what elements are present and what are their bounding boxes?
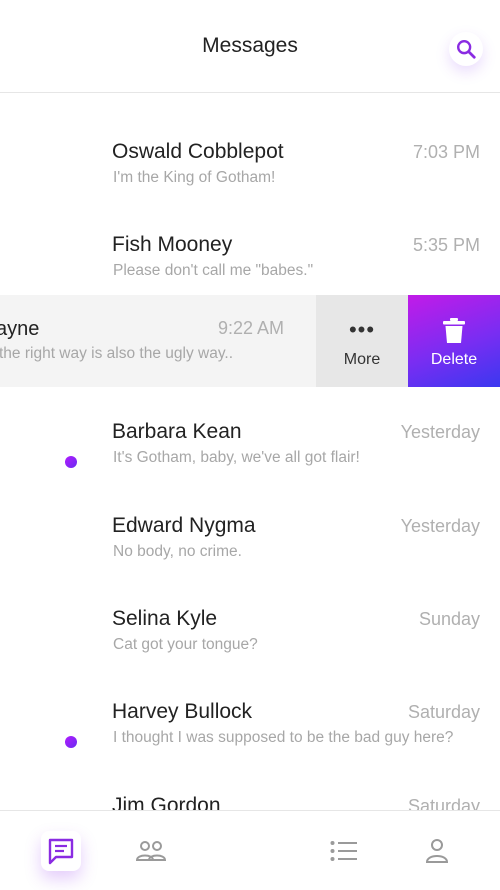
swiped-item-content[interactable]: ayne the right way is also the ugly way.…	[0, 295, 316, 387]
list-item[interactable]: Edward Nygma No body, no crime. Yesterda…	[0, 480, 500, 573]
list-item[interactable]: Jim Gordon Saturday	[0, 760, 500, 810]
contact-name: Fish Mooney	[112, 233, 233, 256]
tab-profile[interactable]	[417, 831, 457, 871]
list-item[interactable]: Fish Mooney Please don't call me "babes.…	[0, 199, 500, 292]
list-item[interactable]: Selina Kyle Cat got your tongue? Sunday	[0, 573, 500, 666]
message-preview: It's Gotham, baby, we've all got flair!	[113, 449, 360, 466]
list-item[interactable]: Barbara Kean It's Gotham, baby, we've al…	[0, 386, 500, 479]
list-item[interactable]: Oswald Cobblepot I'm the King of Gotham!…	[0, 106, 500, 199]
message-preview: I thought I was supposed to be the bad g…	[113, 729, 454, 746]
message-time: 5:35 PM	[412, 235, 480, 255]
tab-list[interactable]	[324, 831, 364, 871]
header: Messages	[0, 0, 500, 93]
contact-name: Selina Kyle	[112, 607, 218, 630]
message-time: Yesterday	[400, 422, 480, 442]
message-time: 7:03 PM	[412, 142, 480, 162]
tab-bar	[0, 810, 500, 890]
message-time: Yesterday	[400, 516, 480, 536]
profile-icon	[425, 839, 449, 863]
message-time: Sunday	[418, 609, 480, 629]
more-dots-icon: •••	[348, 317, 376, 342]
message-time: 9:22 AM	[218, 318, 285, 338]
more-button[interactable]: ••• More	[316, 295, 408, 387]
search-icon	[457, 40, 476, 59]
list-icon	[330, 841, 357, 861]
tab-contacts[interactable]	[131, 831, 171, 871]
contact-name: Oswald Cobblepot	[112, 140, 284, 163]
contact-name: Barbara Kean	[112, 420, 242, 443]
message-preview: I'm the King of Gotham!	[113, 169, 276, 186]
message-preview: No body, no crime.	[113, 543, 242, 560]
contacts-icon	[136, 841, 166, 861]
contact-name: Edward Nygma	[112, 514, 256, 537]
delete-label: Delete	[430, 351, 478, 368]
more-label: More	[343, 351, 381, 368]
message-preview: the right way is also the ugly way..	[0, 345, 234, 362]
search-button[interactable]	[449, 32, 483, 66]
contact-name: ayne	[0, 318, 40, 340]
unread-indicator	[65, 736, 77, 748]
message-list: Oswald Cobblepot I'm the King of Gotham!…	[0, 94, 500, 810]
contact-name: Jim Gordon	[112, 794, 221, 810]
unread-indicator	[65, 456, 77, 468]
message-time: Saturday	[407, 702, 480, 722]
contact-name: Harvey Bullock	[112, 700, 253, 723]
chat-icon	[48, 838, 74, 865]
message-preview: Please don't call me "babes."	[113, 262, 314, 279]
page-title: Messages	[202, 34, 298, 57]
swiped-list-item[interactable]: ayne the right way is also the ugly way.…	[0, 295, 500, 387]
message-time: Saturday	[407, 796, 480, 810]
tab-messages[interactable]	[41, 831, 81, 871]
list-item[interactable]: Harvey Bullock I thought I was supposed …	[0, 666, 500, 759]
trash-icon	[443, 318, 465, 343]
delete-button[interactable]: Delete	[408, 295, 500, 387]
message-preview: Cat got your tongue?	[113, 636, 258, 653]
